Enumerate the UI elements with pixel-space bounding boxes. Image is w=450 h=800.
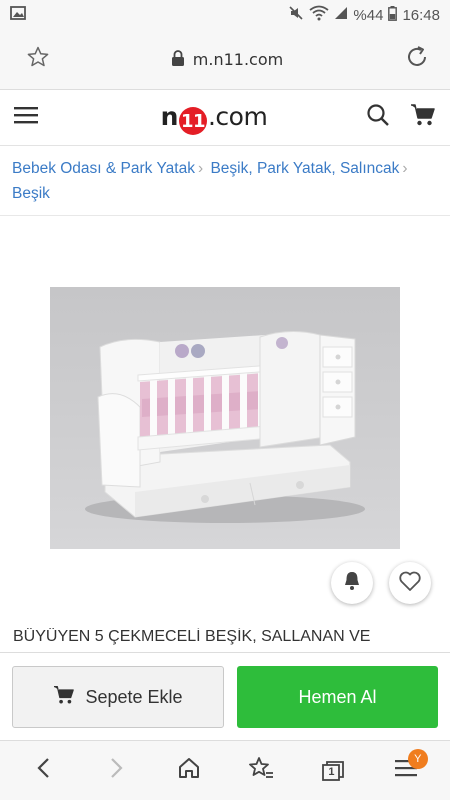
breadcrumb-item[interactable]: Beşik xyxy=(12,185,50,202)
notification-badge: Y xyxy=(407,748,428,769)
url-field[interactable]: m.n11.com xyxy=(171,49,284,70)
search-icon[interactable] xyxy=(366,103,390,132)
chevron-right-icon: › xyxy=(402,160,408,177)
forward-button[interactable] xyxy=(94,749,138,793)
home-icon xyxy=(177,756,201,785)
divider xyxy=(0,215,450,216)
chevron-right-icon xyxy=(108,757,124,784)
signal-icon xyxy=(334,6,348,24)
mute-icon xyxy=(288,5,304,25)
favorite-button[interactable] xyxy=(389,562,431,604)
logo-prefix: n xyxy=(160,101,179,131)
heart-icon xyxy=(398,570,422,597)
wifi-icon xyxy=(309,5,329,25)
chevron-right-icon: › xyxy=(197,160,204,177)
chevron-left-icon xyxy=(36,757,52,784)
site-header: n 11 .com xyxy=(0,90,450,146)
clock: 16:48 xyxy=(402,6,440,24)
star-list-icon xyxy=(248,756,274,785)
url-text: m.n11.com xyxy=(192,50,284,69)
add-to-cart-button[interactable]: Sepete Ekle xyxy=(12,666,224,728)
product-image[interactable] xyxy=(50,287,400,549)
buy-now-button[interactable]: Hemen Al xyxy=(237,666,438,728)
cart-icon[interactable] xyxy=(410,103,436,132)
bookmarks-button[interactable] xyxy=(239,749,283,793)
logo-ladybug: 11 xyxy=(178,107,207,136)
status-bar: %44 16:48 xyxy=(0,0,450,30)
bell-icon xyxy=(342,570,362,597)
add-to-cart-label: Sepete Ekle xyxy=(85,686,183,707)
product-title: BÜYÜYEN 5 ÇEKMECELİ BEŞİK, SALLANAN VE xyxy=(13,628,371,645)
price-alert-button[interactable] xyxy=(331,562,373,604)
back-button[interactable] xyxy=(22,749,66,793)
bookmark-star-icon[interactable] xyxy=(26,45,50,74)
home-button[interactable] xyxy=(167,749,211,793)
battery-percent: %44 xyxy=(353,6,384,24)
breadcrumb-item[interactable]: Bebek Odası & Park Yatak xyxy=(12,160,195,177)
browser-url-bar: m.n11.com xyxy=(0,30,450,90)
breadcrumb-item[interactable]: Beşik, Park Yatak, Salıncak xyxy=(210,160,399,177)
browser-menu-button[interactable]: Y xyxy=(384,748,428,793)
tabs-count: 1 xyxy=(328,766,335,778)
logo-suffix: .com xyxy=(207,101,268,131)
browser-nav-bar: 1 Y xyxy=(0,740,450,800)
gallery-icon xyxy=(10,6,26,24)
site-logo[interactable]: n 11 .com xyxy=(160,101,268,136)
buy-now-label: Hemen Al xyxy=(298,686,377,707)
reload-icon[interactable] xyxy=(404,44,430,75)
lock-icon xyxy=(171,49,185,70)
tabs-button[interactable]: 1 xyxy=(311,749,355,793)
cart-icon xyxy=(53,685,75,710)
menu-icon[interactable] xyxy=(14,105,38,130)
breadcrumb: Bebek Odası & Park Yatak › Beşik, Park Ya… xyxy=(12,156,432,206)
battery-icon xyxy=(388,5,398,25)
tabs-icon: 1 xyxy=(321,760,345,782)
action-bar: Sepete Ekle Hemen Al xyxy=(0,652,450,740)
